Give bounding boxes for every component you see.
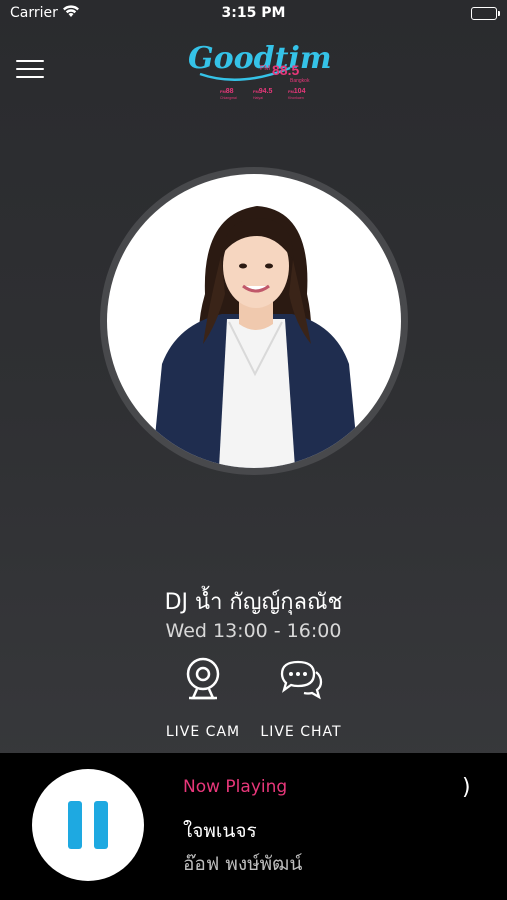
now-playing-label: Now Playing	[183, 777, 288, 797]
live-cam-label: LIVE CAM	[165, 724, 241, 740]
expand-icon[interactable]: )	[462, 775, 471, 800]
menu-icon-line	[16, 68, 44, 70]
logo-sub-station: FM104 Khonkaen	[288, 88, 306, 100]
dj-portrait	[107, 174, 401, 468]
dj-photo	[100, 167, 408, 475]
logo-main-city: Bangkok	[290, 78, 310, 84]
pause-icon	[94, 801, 108, 849]
menu-button[interactable]	[16, 60, 44, 80]
svg-text:FM88: FM88	[220, 88, 234, 95]
song-title: ใจพเนจร	[183, 820, 257, 842]
webcam-icon	[186, 657, 220, 700]
live-chat-button[interactable]: LIVE CHAT	[251, 656, 351, 746]
pause-button[interactable]	[32, 769, 144, 881]
logo-brand: Goodtime	[188, 41, 330, 76]
menu-icon-line	[16, 60, 44, 62]
dj-name: DJ น้ำ กัญญ์กุลณัช	[164, 590, 343, 615]
dj-schedule: Wed 13:00 - 16:00	[165, 620, 342, 642]
logo-sub-station: FM88 Chiangmai	[220, 88, 237, 100]
logo-sub-station: FM94.5 Hatyai	[253, 88, 273, 100]
svg-text:Hatyai: Hatyai	[253, 96, 263, 100]
goodtime-logo: Goodtime FM 88.5 Bangkok FM88 Chiangmai …	[180, 30, 351, 105]
live-cam-button[interactable]: LIVE CAM	[153, 656, 253, 746]
logo-main-prefix: FM	[260, 65, 270, 72]
svg-text:FM104: FM104	[288, 88, 306, 95]
song-artist: อ๊อฟ พงษ์พัฒน์	[183, 853, 303, 875]
svg-text:Khonkaen: Khonkaen	[288, 96, 304, 100]
clock: 3:15 PM	[221, 5, 286, 21]
status-bar: Carrier 3:15 PM	[0, 0, 507, 28]
pause-icon	[68, 801, 82, 849]
now-playing-bar: Now Playing ใจพเนจร อ๊อฟ พงษ์พัฒน์ )	[0, 753, 507, 900]
logo-main-frequency: 88.5	[272, 62, 299, 78]
svg-text:Chiangmai: Chiangmai	[220, 96, 237, 100]
menu-icon-line	[16, 76, 44, 78]
svg-text:FM94.5: FM94.5	[253, 88, 273, 95]
chat-bubbles-icon	[280, 660, 323, 700]
battery-icon	[471, 7, 500, 20]
live-chat-label: LIVE CHAT	[260, 724, 342, 740]
